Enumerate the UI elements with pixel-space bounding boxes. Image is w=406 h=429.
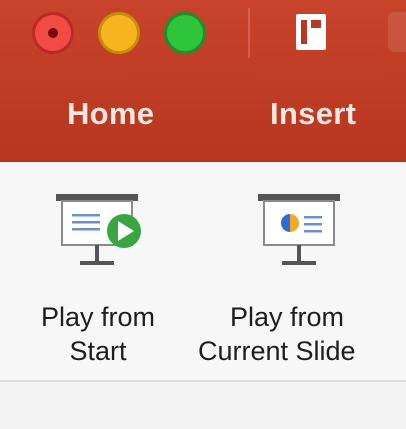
play-from-start-label: Play from Start [40, 302, 156, 366]
sidebar-toggle-icon[interactable] [294, 12, 328, 52]
play-from-start-button[interactable]: Play from Start [18, 184, 178, 384]
tab-insert[interactable]: Insert [270, 96, 356, 132]
play-from-current-slide-label: Play from Current Slide [198, 302, 356, 366]
play-from-current-slide-icon [258, 194, 340, 265]
close-button[interactable] [32, 12, 74, 54]
tab-home[interactable]: Home [67, 96, 154, 132]
ribbon-panel: Play from Start Play from Current Slide [0, 162, 406, 380]
toolbar-button-partial[interactable] [388, 12, 406, 52]
play-from-current-slide-button[interactable]: Play from Current Slide [190, 184, 406, 384]
play-from-start-icon [56, 194, 141, 265]
maximize-button[interactable] [164, 12, 206, 54]
minimize-button[interactable] [98, 12, 140, 54]
ribbon-divider [0, 380, 406, 382]
toolbar-divider [248, 8, 250, 58]
title-bar: Home Insert [0, 0, 406, 162]
